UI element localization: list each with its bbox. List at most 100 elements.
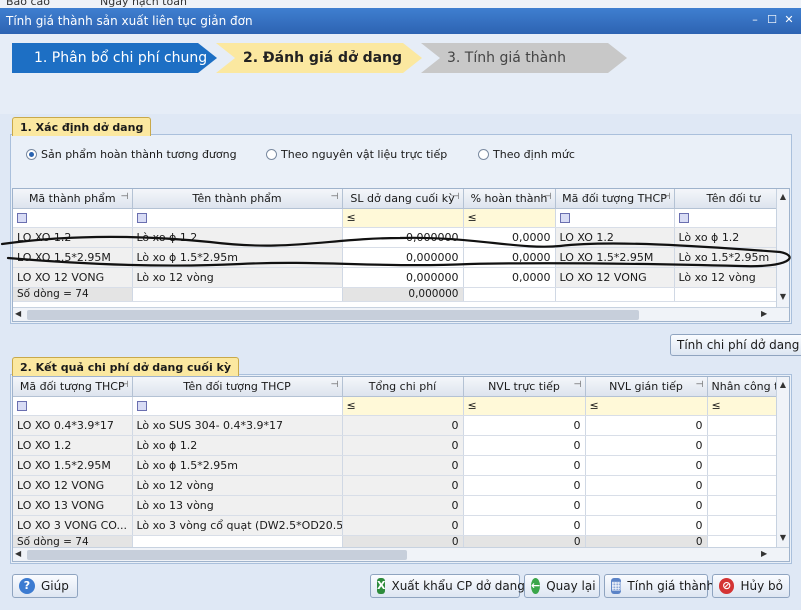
grid-header-row: Mã đối tượng THCP ⊣ Tên đối tượng THCP ⊣ T…: [13, 377, 789, 397]
menu-item-bao-cao[interactable]: Báo cáo: [6, 0, 50, 8]
cancel-button[interactable]: ⊘ Hủy bỏ: [712, 574, 790, 598]
scroll-right-icon[interactable]: ▶: [761, 309, 767, 318]
wizard-step-3[interactable]: 3. Tính giá thành: [421, 43, 627, 73]
filter-cell[interactable]: [132, 208, 343, 228]
col-header-product-name[interactable]: Tên thành phẩm ⊣: [132, 189, 343, 209]
col-header-cost-object-code[interactable]: Mã đối tượng THCP ⊣: [555, 189, 675, 209]
pin-icon[interactable]: ⊣: [663, 192, 671, 202]
minimize-button[interactable]: –: [748, 14, 762, 27]
pin-icon[interactable]: ⊣: [331, 192, 339, 202]
scroll-up-icon[interactable]: ▲: [777, 379, 789, 391]
wip-result-grid[interactable]: Mã đối tượng THCP ⊣ Tên đối tượng THCP ⊣ T…: [12, 376, 790, 562]
table-row[interactable]: LO XO 12 VONG Lò xo 12 vòng 0 0 0: [13, 475, 789, 496]
wip-grid[interactable]: Mã thành phẩm ⊣ Tên thành phẩm ⊣ SL dở dan…: [12, 188, 790, 322]
calc-wip-cost-button[interactable]: Tính chi phí dở dang: [670, 334, 801, 356]
filter-cell[interactable]: [555, 208, 675, 228]
pin-icon[interactable]: ⊣: [696, 380, 704, 390]
grid-filter-row: ≤ ≤: [13, 208, 789, 228]
filter-cell[interactable]: [132, 396, 343, 416]
grid-footer-row: Số dòng = 74 0,000000: [13, 287, 789, 302]
calculator-icon: ▦: [611, 578, 622, 594]
wizard-step-2[interactable]: 2. Đánh giá dở dang: [216, 43, 422, 73]
help-icon: ?: [19, 578, 35, 594]
grid-header-row: Mã thành phẩm ⊣ Tên thành phẩm ⊣ SL dở dan…: [13, 189, 789, 209]
cancel-icon: ⊘: [719, 578, 735, 594]
col-header-cost-object-name[interactable]: Tên đối tượng THCP ⊣: [132, 377, 343, 397]
radio-dot-selected-icon: [26, 149, 37, 160]
back-arrow-icon: ←: [531, 578, 541, 594]
table-row[interactable]: LO XO 1.2 Lò xo ϕ 1.2 0,000000 0,0000 LO…: [13, 227, 789, 248]
radio-direct-material[interactable]: Theo nguyên vật liệu trực tiếp: [266, 148, 447, 161]
radio-equivalent-units[interactable]: Sản phẩm hoàn thành tương đương: [26, 148, 237, 161]
col-header-completion-pct[interactable]: % hoàn thành ⊣: [463, 189, 556, 209]
scroll-thumb[interactable]: [27, 550, 407, 560]
radio-standard-norm[interactable]: Theo định mức: [478, 148, 575, 161]
filter-icon: [17, 213, 27, 223]
table-row[interactable]: LO XO 0.4*3.9*17 Lò xo SUS 304- 0.4*3.9*…: [13, 415, 789, 436]
col-header-cost-object-name[interactable]: Tên đối tư: [674, 189, 789, 209]
table-row[interactable]: LO XO 1.5*2.95M Lò xo ϕ 1.5*2.95m 0 0 0: [13, 455, 789, 476]
radio-dot-icon: [266, 149, 277, 160]
scroll-right-icon[interactable]: ▶: [761, 549, 767, 558]
filter-icon: [559, 213, 570, 223]
close-button[interactable]: ✕: [782, 14, 796, 27]
back-button[interactable]: ← Quay lại: [524, 574, 600, 598]
pin-icon[interactable]: ⊣: [574, 380, 582, 390]
table-row[interactable]: LO XO 12 VONG Lò xo 12 vòng 0,000000 0,0…: [13, 267, 789, 288]
pin-icon[interactable]: ⊣: [121, 192, 129, 202]
result-grid-hscroll[interactable]: ◀ ▶: [13, 547, 789, 561]
filter-icon: [17, 401, 27, 411]
wip-grid-hscroll[interactable]: ◀ ▶: [13, 307, 789, 321]
pin-icon[interactable]: ⊣: [452, 192, 460, 202]
col-header-indirect-material[interactable]: NVL gián tiếp ⊣: [585, 377, 708, 397]
maximize-button[interactable]: ☐: [765, 14, 779, 27]
section-2-title: 2. Kết quả chi phí dở dang cuối kỳ: [12, 357, 240, 376]
table-row[interactable]: LO XO 3 VONG CO... Lò xo 3 vòng cổ quạt …: [13, 515, 789, 536]
radio-label: Sản phẩm hoàn thành tương đương: [41, 148, 237, 161]
table-row[interactable]: LO XO 13 VONG Lò xo 13 vòng 0 0 0: [13, 495, 789, 516]
radio-label: Theo nguyên vật liệu trực tiếp: [281, 148, 448, 161]
filter-cell[interactable]: [13, 396, 133, 416]
table-row[interactable]: LO XO 1.5*2.95M Lò xo ϕ 1.5*2.95m 0,0000…: [13, 247, 789, 268]
col-header-cost-object-code[interactable]: Mã đối tượng THCP ⊣: [13, 377, 133, 397]
col-header-total-cost[interactable]: Tổng chi phí: [342, 377, 464, 397]
col-header-product-code[interactable]: Mã thành phẩm ⊣: [13, 189, 133, 209]
section-1-title: 1. Xác định dở dang: [12, 117, 152, 136]
filter-cell[interactable]: [13, 208, 133, 228]
excel-icon: X: [377, 578, 386, 594]
scroll-down-icon[interactable]: ▼: [777, 291, 789, 303]
grid-filter-row: ≤ ≤ ≤ ≤: [13, 396, 789, 416]
wip-qty-total: 0,000000: [342, 287, 464, 302]
menu-item-ngay-hach-toan[interactable]: Ngày hạch toán: [100, 0, 187, 8]
export-wip-button[interactable]: X Xuất khẩu CP dở dang: [370, 574, 525, 598]
scroll-thumb[interactable]: [27, 310, 639, 320]
radio-label: Theo định mức: [493, 148, 575, 161]
table-row[interactable]: LO XO 1.2 Lò xo ϕ 1.2 0 0 0: [13, 435, 789, 456]
pin-icon[interactable]: ⊣: [331, 380, 339, 390]
filter-cell[interactable]: ≤: [463, 208, 556, 228]
pin-icon[interactable]: ⊣: [544, 192, 552, 202]
wizard-steps: 1. Phân bổ chi phí chung 2. Đánh giá dở …: [0, 34, 801, 114]
wizard-step-1[interactable]: 1. Phân bổ chi phí chung: [12, 43, 217, 73]
filter-cell[interactable]: ≤: [342, 396, 464, 416]
window-title: Tính giá thành sản xuất liên tục giản đơ…: [6, 14, 253, 28]
result-grid-vscroll[interactable]: ▲ ▼: [776, 377, 789, 547]
filter-cell[interactable]: ≤: [463, 396, 586, 416]
col-header-direct-material[interactable]: NVL trực tiếp ⊣: [463, 377, 586, 397]
help-button[interactable]: ? Giúp: [12, 574, 78, 598]
row-count: Số dòng = 74: [13, 287, 133, 302]
col-header-wip-qty[interactable]: SL dở dang cuối kỳ ⊣: [342, 189, 464, 209]
scroll-down-icon[interactable]: ▼: [777, 532, 789, 544]
calc-cost-button[interactable]: ▦ Tính giá thành: [604, 574, 714, 598]
valuation-method-radio-group: Sản phẩm hoàn thành tương đương Theo ngu…: [26, 148, 746, 164]
wip-grid-vscroll[interactable]: ▲ ▼: [776, 189, 789, 307]
filter-cell[interactable]: ≤: [585, 396, 708, 416]
radio-dot-icon: [478, 149, 489, 160]
scroll-left-icon[interactable]: ◀: [15, 549, 21, 558]
scroll-up-icon[interactable]: ▲: [777, 191, 789, 203]
pin-icon[interactable]: ⊣: [121, 380, 129, 390]
filter-cell[interactable]: [674, 208, 789, 228]
filter-cell[interactable]: ≤: [342, 208, 464, 228]
filter-icon: [136, 401, 147, 411]
scroll-left-icon[interactable]: ◀: [15, 309, 21, 318]
